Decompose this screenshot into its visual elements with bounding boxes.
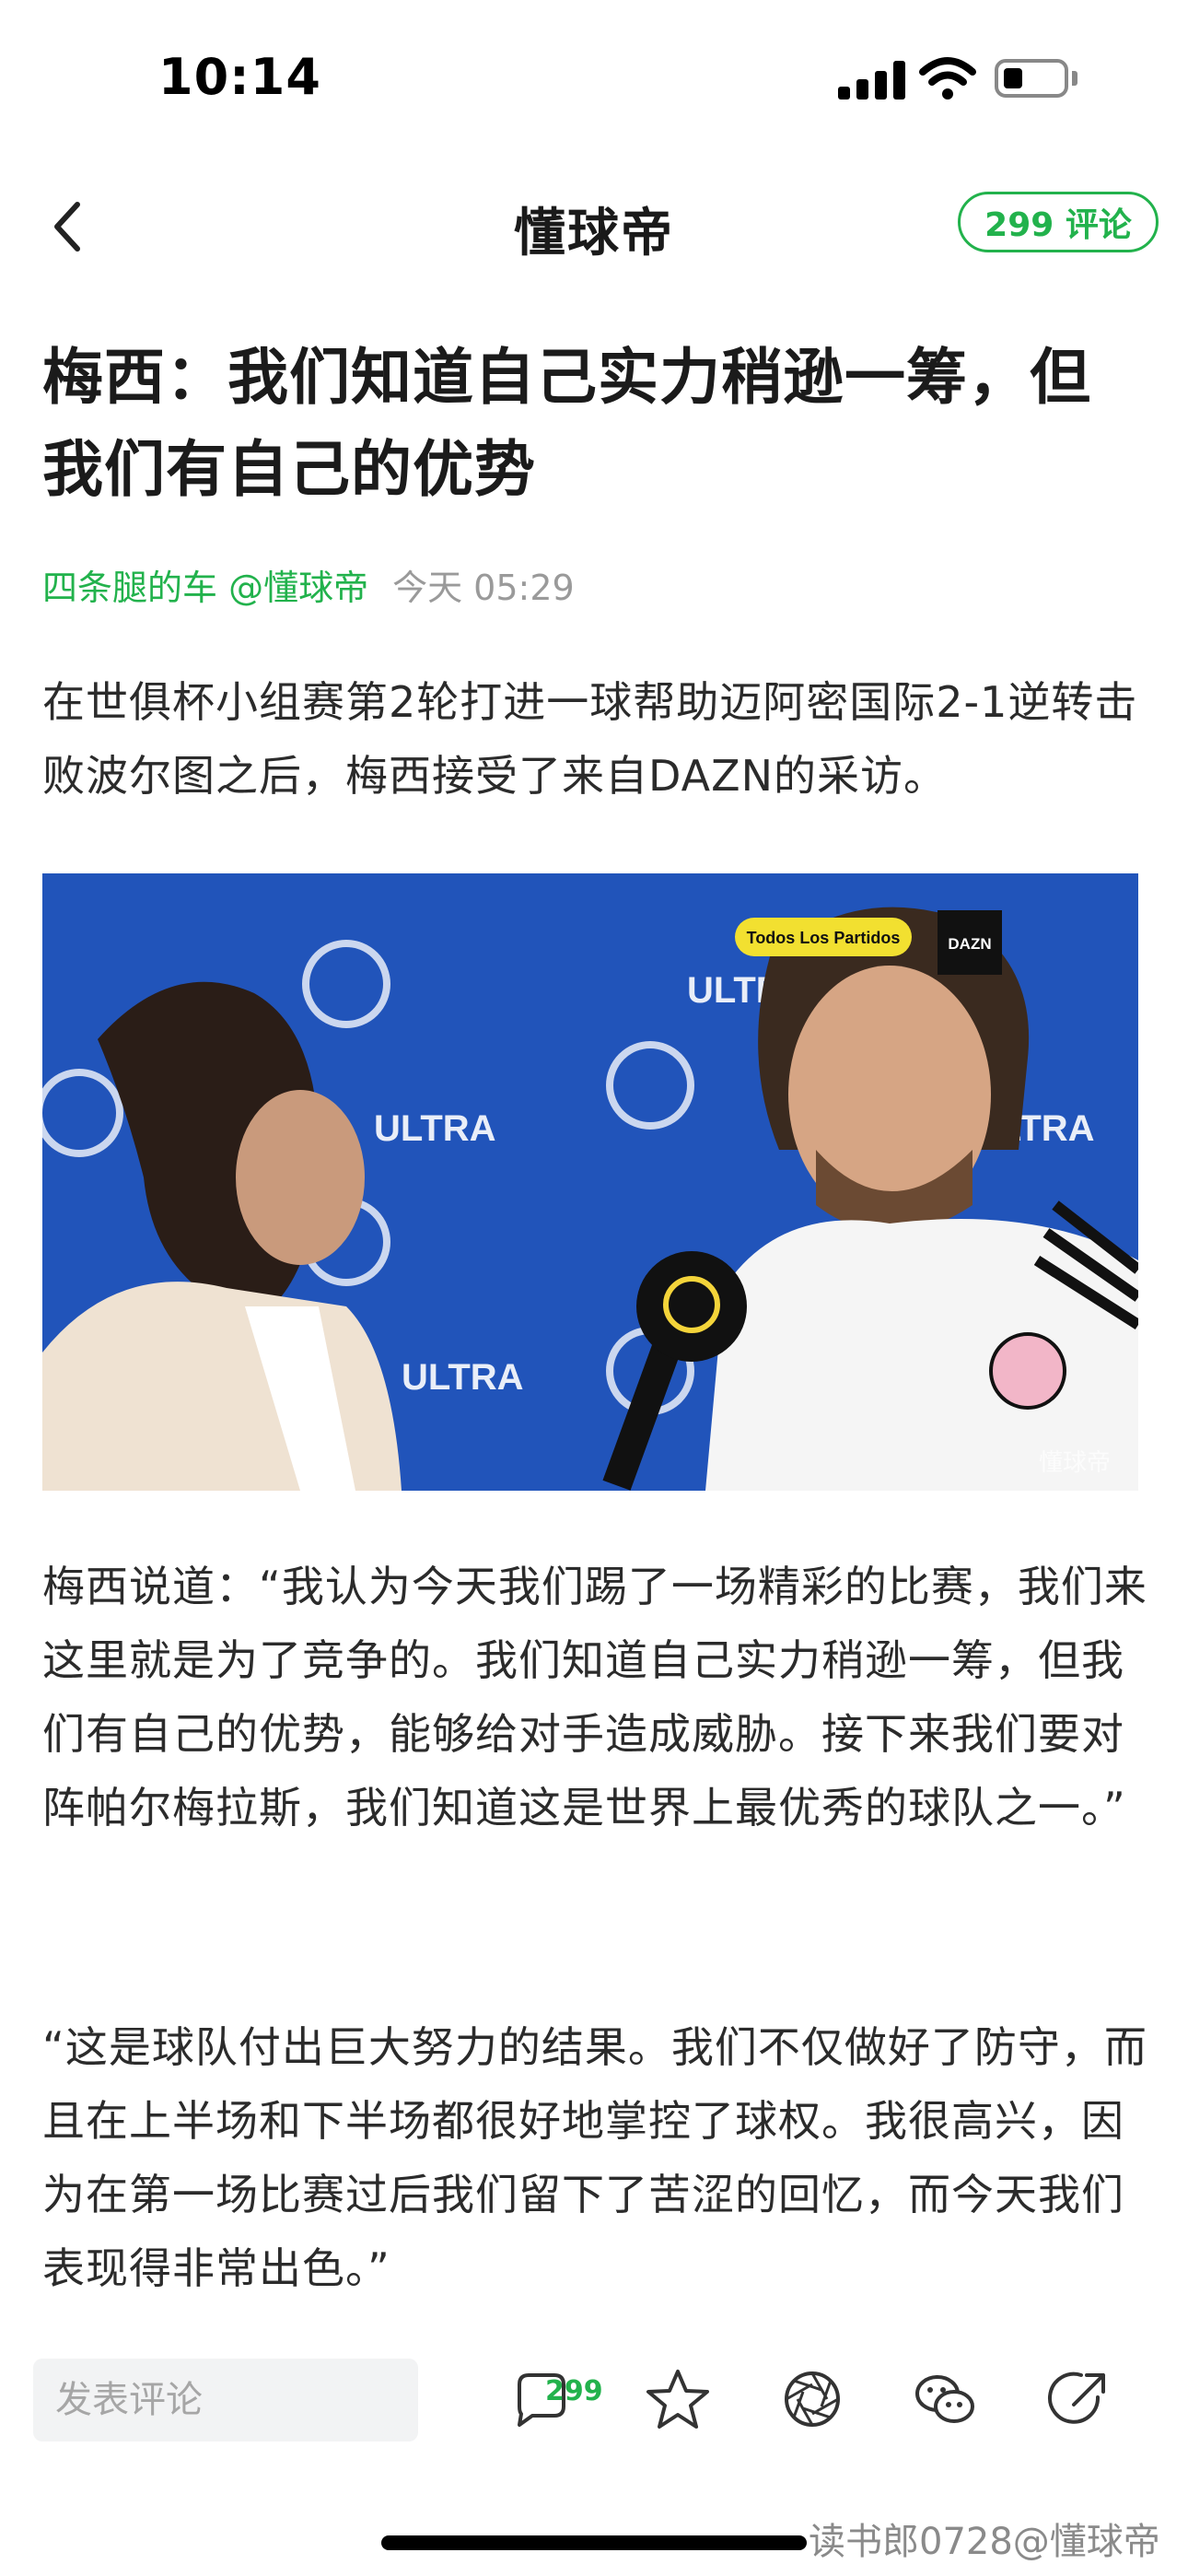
share-forward-icon[interactable] (1046, 2366, 1112, 2432)
photo-watermark: 懂球帝 (1039, 1448, 1111, 1476)
dazn-logo-text: DAZN (948, 935, 991, 953)
wechat-icon[interactable] (912, 2366, 978, 2432)
nav-bar: 懂球帝 299 评论 (0, 175, 1188, 276)
article-photo[interactable]: ULTRA ULTRA ULTRA ULTRA Todos Los Partid… (42, 873, 1138, 1491)
backdrop-ultra-text: ULTRA (402, 1357, 524, 1398)
aperture-share-icon[interactable] (779, 2366, 845, 2432)
article-meta: 四条腿的车 @懂球帝 今天 05:29 (42, 560, 575, 615)
article-time: 今天 05:29 (392, 568, 575, 608)
home-indicator[interactable] (381, 2535, 807, 2550)
article-author[interactable]: 四条腿的车 @懂球帝 (42, 568, 368, 608)
comment-input[interactable]: 发表评论 (33, 2359, 418, 2441)
article-paragraph: 梅西说道：“我认为今天我们踢了一场精彩的比赛，我们来这里就是为了竞争的。我们知道… (42, 1562, 1147, 1832)
battery-icon (995, 59, 1068, 98)
comment-count-button[interactable]: 299 评论 (958, 192, 1159, 252)
backdrop-ultra-text: ULTRA (374, 1108, 496, 1149)
article-title: 梅西：我们知道自己实力稍逊一筹，但我们有自己的优势 (42, 342, 1091, 505)
overlay-watermark: 读书郎0728@懂球帝 (809, 2521, 1160, 2563)
article-paragraph: 在世俱杯小组赛第2轮打进一球帮助迈阿密国际2-1逆转击败波尔图之后，梅西接受了来… (42, 677, 1138, 801)
wifi-icon (919, 57, 976, 100)
article-page: 10:14 懂球帝 299 评论 梅西：我们知道自己实力稍逊一筹，但我们有自己的… (0, 0, 1188, 2576)
battery-cap (1072, 71, 1077, 86)
star-icon[interactable] (645, 2366, 711, 2432)
cellular-signal-icon (838, 61, 906, 100)
status-bar: 10:14 (0, 0, 1188, 147)
todos-los-partidos-text: Todos Los Partidos (747, 929, 901, 947)
status-time: 10:14 (158, 48, 321, 106)
article-paragraph: “这是球队付出巨大努力的结果。我们不仅做好了防守，而且在上半场和下半场都很好地掌… (42, 2022, 1147, 2293)
comment-badge: 299 (545, 2375, 603, 2407)
